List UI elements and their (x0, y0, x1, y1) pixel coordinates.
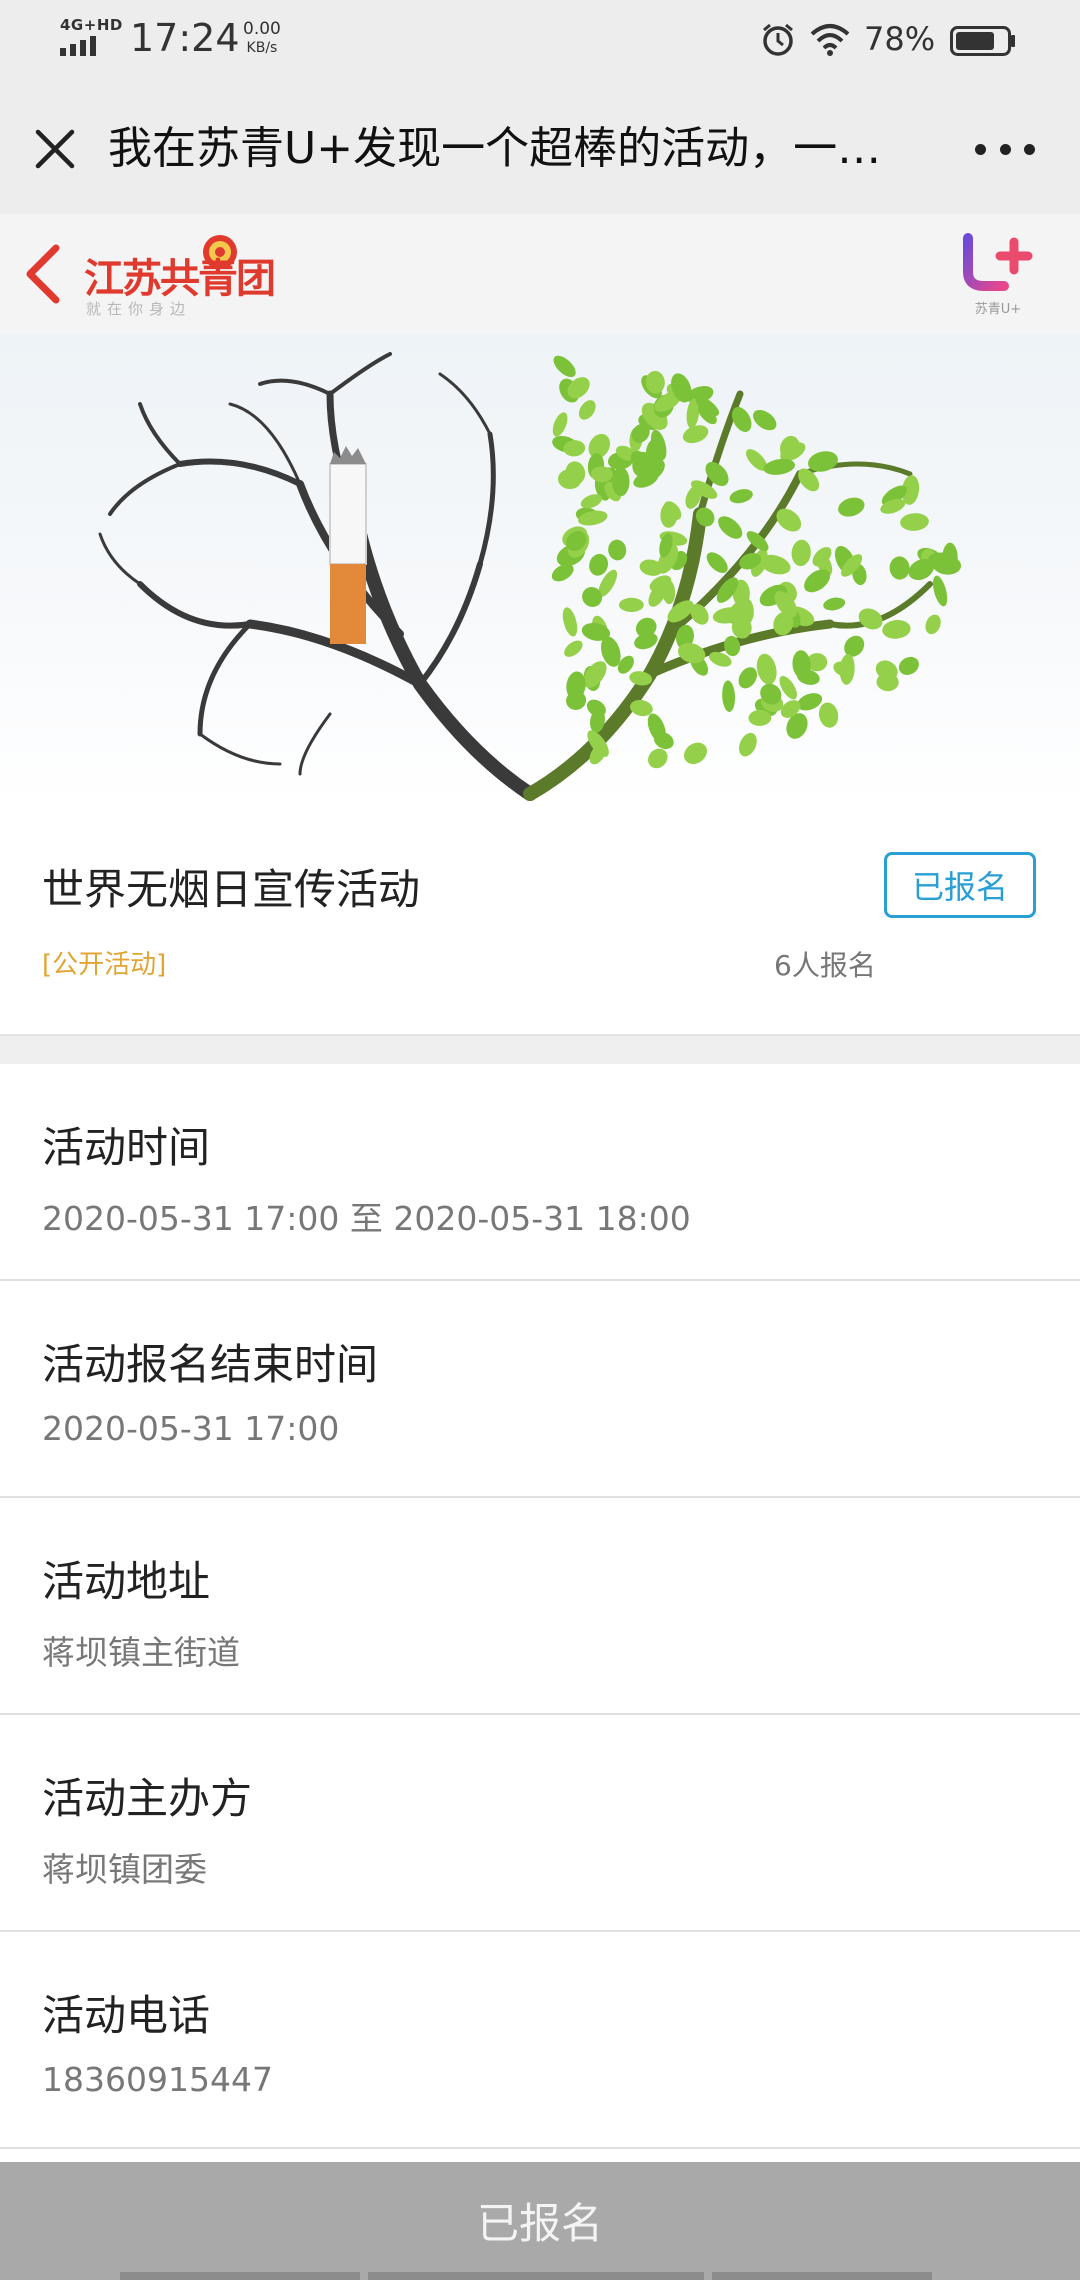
chevron-left-icon[interactable] (20, 242, 66, 306)
activity-title: 世界无烟日宣传活动 (42, 865, 421, 914)
status-bar: 4G+HD 17:24 0.00 KB/s 78% (0, 0, 1080, 84)
detail-row-phone: 活动电话 18360915447 (0, 1932, 1080, 2149)
bottom-button-label: 已报名 (476, 2199, 603, 2248)
speed-value: 0.00 (243, 19, 281, 39)
detail-label: 活动时间 (42, 1123, 211, 1172)
bottom-tab-strip (120, 2272, 1020, 2280)
detail-row-time: 活动时间 2020-05-31 17:00 至 2020-05-31 18:00 (0, 1064, 1080, 1281)
activity-banner-image (0, 334, 1080, 804)
clock: 17:24 (130, 16, 240, 60)
signup-count: 6人报名 (774, 949, 876, 982)
page-title: 我在苏青U+发现一个超棒的活动，一… (108, 123, 882, 174)
signal-icon (60, 36, 96, 56)
brand-text: 苏青U+ (974, 302, 1022, 317)
activity-summary: 世界无烟日宣传活动 [公开活动] 6人报名 已报名 (0, 804, 1080, 1036)
u-plus-icon (963, 233, 1033, 291)
no-smoking-tree-illustration (98, 352, 962, 801)
signed-up-bottom-button[interactable]: 已报名 (0, 2162, 1080, 2280)
signed-up-button[interactable]: 已报名 (884, 852, 1036, 918)
logo-text: 江苏共青团 (84, 255, 276, 302)
more-icon[interactable] (975, 144, 1035, 156)
detail-label: 活动主办方 (42, 1774, 253, 1823)
alarm-icon (763, 23, 793, 56)
detail-value: 2020-05-31 17:00 (42, 1409, 340, 1448)
detail-row-signup-deadline: 活动报名结束时间 2020-05-31 17:00 (0, 1281, 1080, 1498)
detail-row-organizer: 活动主办方 蒋坝镇团委 (0, 1715, 1080, 1932)
detail-label: 活动电话 (42, 1991, 211, 2040)
detail-value: 蒋坝镇团委 (42, 1850, 207, 1889)
detail-label: 活动报名结束时间 (42, 1340, 379, 1389)
section-divider (0, 1036, 1080, 1064)
detail-label: 活动地址 (42, 1557, 211, 1606)
activity-details: 活动时间 2020-05-31 17:00 至 2020-05-31 18:00… (0, 1064, 1080, 2149)
activity-type-tag: [公开活动] (42, 950, 167, 980)
su-qing-u-plus-logo: 苏青U+ (958, 230, 1038, 320)
battery-percent: 78% (864, 20, 936, 58)
detail-row-address: 活动地址 蒋坝镇主街道 (0, 1498, 1080, 1715)
titlebar: 我在苏青U+发现一个超棒的活动，一… (0, 84, 1080, 214)
detail-value[interactable]: 18360915447 (42, 2060, 273, 2099)
close-icon[interactable] (30, 124, 80, 174)
jiangsu-league-logo: 江苏共青团 就在你身边 (80, 226, 290, 322)
logo-slogan: 就在你身边 (86, 300, 192, 318)
app-header: 江苏共青团 就在你身边 苏青U+ (0, 214, 1080, 334)
network-type: 4G+HD (60, 16, 123, 34)
detail-value: 蒋坝镇主街道 (42, 1633, 240, 1672)
speed-unit: KB/s (246, 40, 278, 56)
network-speed: 0.00 KB/s (243, 20, 281, 58)
battery-icon (950, 26, 1015, 56)
wifi-icon (810, 24, 850, 56)
detail-value: 2020-05-31 17:00 至 2020-05-31 18:00 (42, 1199, 691, 1238)
